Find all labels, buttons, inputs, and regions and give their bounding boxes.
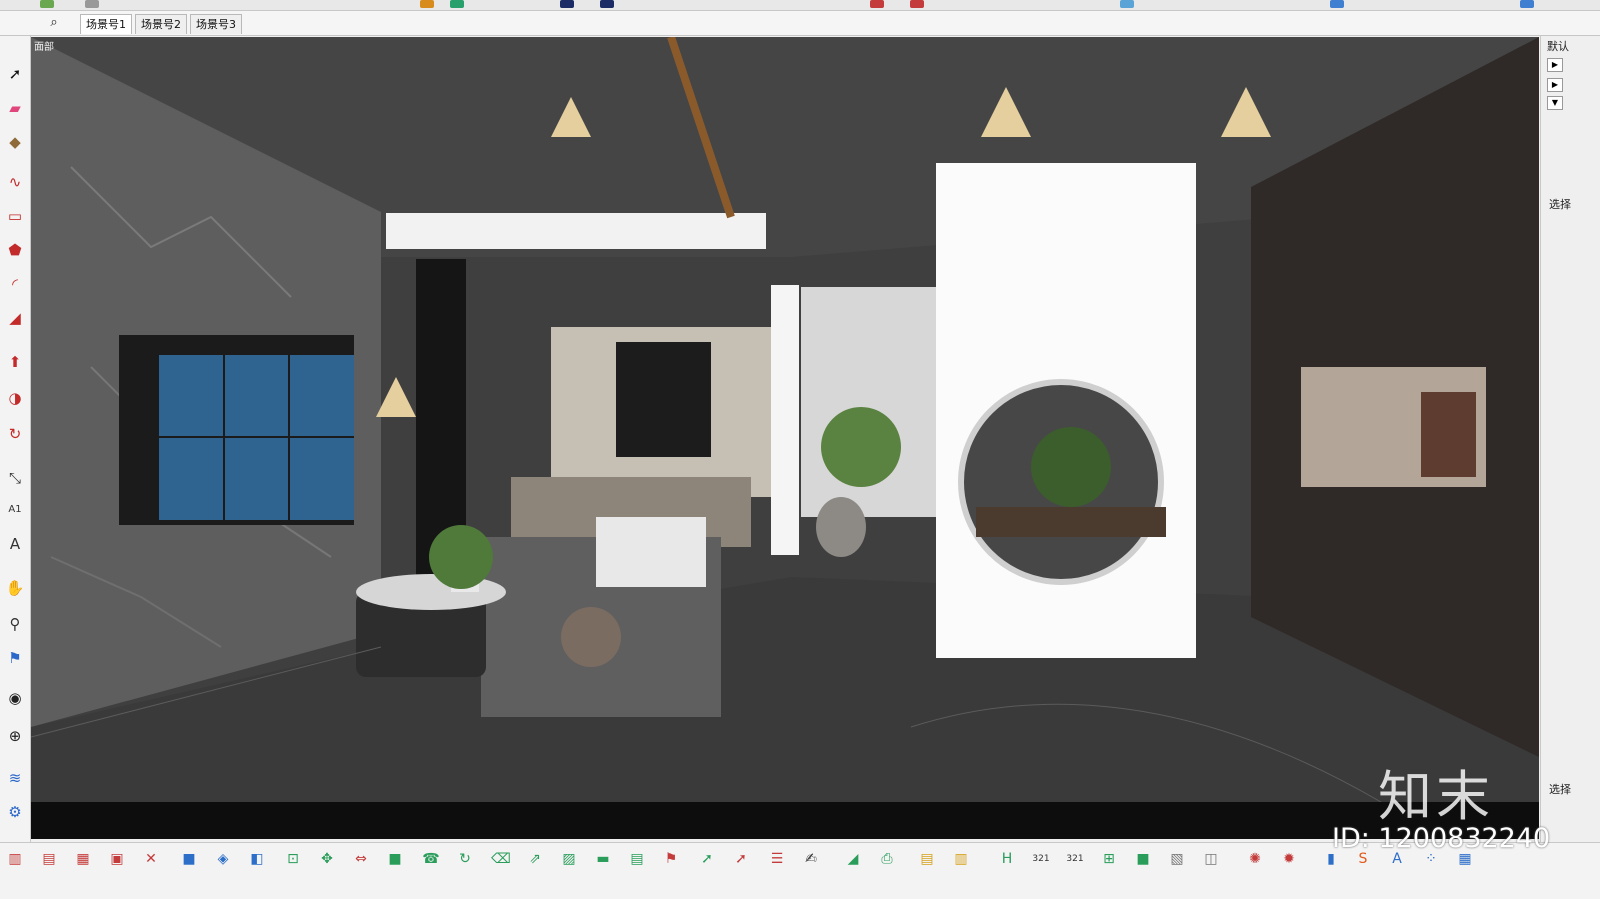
push-pull-icon[interactable]: ⬆	[3, 350, 27, 374]
box-icon[interactable]: ■	[178, 848, 200, 870]
hand-icon[interactable]: ✍	[800, 848, 822, 870]
scale-icon[interactable]: ⇔	[350, 848, 372, 870]
look-icon[interactable]: ◉	[3, 686, 27, 710]
wall-icon[interactable]: ▥	[4, 848, 26, 870]
layer-icon[interactable]: ▤	[916, 848, 938, 870]
select-label: 选择	[1549, 198, 1571, 211]
pan-icon[interactable]: ✋	[3, 576, 27, 600]
sandbox-icon[interactable]: ≋	[3, 766, 27, 790]
zoom-icon[interactable]: ⚲	[3, 612, 27, 636]
section-icon[interactable]: ⚙	[3, 800, 27, 824]
arrow-right-icon[interactable]: ▶	[1547, 58, 1563, 72]
toolbar-tool-icon[interactable]	[1520, 0, 1534, 8]
toolbar-tool-icon[interactable]	[870, 0, 884, 8]
walk-icon[interactable]: ⚑	[3, 646, 27, 670]
scene-render	[31, 37, 1539, 839]
window-icon[interactable]: ▤	[38, 848, 60, 870]
toolbar-tool-icon[interactable]	[1120, 0, 1134, 8]
green-block-icon[interactable]: ■	[1132, 848, 1154, 870]
default-tray-label: 默认	[1547, 40, 1569, 53]
toolbar-tool-icon[interactable]	[450, 0, 464, 8]
gear2-icon[interactable]: ✹	[1278, 848, 1300, 870]
toolbar-tool-icon[interactable]	[910, 0, 924, 8]
eraser-icon[interactable]: ▰	[3, 96, 27, 120]
report-icon[interactable]: ☰	[766, 848, 788, 870]
polygon-icon[interactable]: ⬟	[3, 238, 27, 262]
toolbar-tool-icon[interactable]	[600, 0, 614, 8]
axis2-icon[interactable]: ⊞	[1098, 848, 1120, 870]
plane-icon[interactable]: ◧	[246, 848, 268, 870]
number-icon[interactable]: 321	[1030, 848, 1052, 870]
follow-me-icon[interactable]: ◑	[3, 386, 27, 410]
scene-tab-3[interactable]: 场景号3	[190, 14, 242, 34]
paint-icon[interactable]: ◆	[3, 130, 27, 154]
watermark-logo: 知末	[1378, 765, 1494, 828]
toolbar-tool-icon[interactable]	[1330, 0, 1344, 8]
arrows-icon[interactable]: ✥	[316, 848, 338, 870]
scene-tabs-bar: ⌕ 场景号1 场景号2 场景号3	[0, 11, 1600, 36]
grid-icon[interactable]: ▦	[72, 848, 94, 870]
rectangle-icon[interactable]: ▭	[3, 204, 27, 228]
flag-icon[interactable]: ⚑	[660, 848, 682, 870]
number2-icon[interactable]: 321	[1064, 848, 1086, 870]
export-icon[interactable]: ⇗	[524, 848, 546, 870]
toolbar-tool-icon[interactable]	[560, 0, 574, 8]
h-icon[interactable]: H	[996, 848, 1018, 870]
cube3-icon[interactable]: ◫	[1200, 848, 1222, 870]
select-icon[interactable]: ➚	[3, 62, 27, 86]
left-toolbar: ➚ ▰ ◆ ∿ ▭ ⬟ ◜ ◢ ⬆ ◑ ↻ ⤡ A1 A ✋ ⚲ ⚑ ◉ ⊕ ≋…	[0, 36, 31, 842]
3d-viewport[interactable]: 面部	[31, 37, 1539, 839]
right-panel: 默认 ▶ ▶ ▼ 选择 选择	[1540, 36, 1600, 842]
component-icon[interactable]: ▤	[626, 848, 648, 870]
phone-icon[interactable]: ☎	[420, 848, 442, 870]
rotate-icon[interactable]: ↻	[3, 422, 27, 446]
text-icon[interactable]: A1	[3, 498, 27, 522]
green-box-icon[interactable]: ■	[384, 848, 406, 870]
arrow-down-icon[interactable]: ▼	[1547, 96, 1563, 110]
scene-tab-1[interactable]: 场景号1	[80, 14, 132, 34]
frame-icon[interactable]: ▣	[106, 848, 128, 870]
cube-icon[interactable]: ◈	[212, 848, 234, 870]
dimension-icon[interactable]: A	[3, 532, 27, 556]
stripe-icon[interactable]: ▨	[558, 848, 580, 870]
arrow-right-icon[interactable]: ▶	[1547, 78, 1563, 92]
stack-icon[interactable]: ▧	[1166, 848, 1188, 870]
cursor-red-icon[interactable]: ➚	[730, 848, 752, 870]
select-label: 选择	[1549, 783, 1571, 796]
bar-icon[interactable]: ▬	[592, 848, 614, 870]
shape-icon[interactable]: ◢	[3, 306, 27, 330]
toolbar-tool-icon[interactable]	[40, 0, 54, 8]
gear-icon[interactable]: ✺	[1244, 848, 1266, 870]
search-icon[interactable]: ⌕	[44, 14, 64, 32]
freehand-icon[interactable]: ∿	[3, 170, 27, 194]
top-toolbar	[0, 0, 1600, 11]
toolbar-tool-icon[interactable]	[420, 0, 434, 8]
scene-tab-2[interactable]: 场景号2	[135, 14, 187, 34]
layer2-icon[interactable]: ▥	[950, 848, 972, 870]
watermark-id: ID: 1200832240	[1332, 823, 1551, 854]
move-icon[interactable]: ⊡	[282, 848, 304, 870]
cursor-icon[interactable]: ➚	[696, 848, 718, 870]
axis-icon[interactable]: ✕	[140, 848, 162, 870]
chart-icon[interactable]: ◢	[842, 848, 864, 870]
trash-icon[interactable]: ⌫	[490, 848, 512, 870]
cycle-icon[interactable]: ↻	[454, 848, 476, 870]
toolbar-tool-icon[interactable]	[85, 0, 99, 8]
position-camera-icon[interactable]: ⊕	[3, 724, 27, 748]
arc-icon[interactable]: ◜	[3, 272, 27, 296]
tape-icon[interactable]: ⤡	[3, 466, 27, 490]
stamp-icon[interactable]: ⎙	[876, 848, 898, 870]
viewport-label: 面部	[34, 42, 54, 53]
